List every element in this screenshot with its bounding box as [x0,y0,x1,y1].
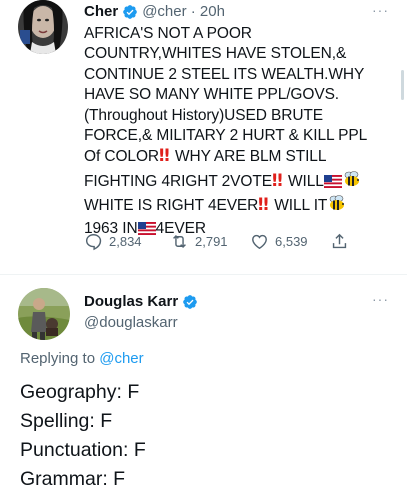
like-count: 6,539 [275,234,308,249]
tweet-line: FORCE,& MILITARY 2 HURT & KILL PPL [84,127,368,145]
reply-handle[interactable]: @douglaskarr [84,314,178,331]
tweet-segment: WILL IT [274,197,328,215]
tweet-actions: 2,834 2,791 6,539 [84,232,355,251]
tweet-segment: Of COLOR [84,148,159,166]
tweet-line: CONTINUE 2 STEEL ITS WEALTH.WHY [84,65,365,83]
tweet-segment: WHY ARE BLM STILL [175,148,327,166]
share-button[interactable] [330,232,355,251]
reply-line: Punctuation: F [20,439,146,461]
tweet-line: AFRICA'S NOT A POOR [84,25,252,42]
handle-and-time[interactable]: @cher · 20h [142,3,225,20]
douglas-karr-avatar[interactable] [18,288,70,340]
share-icon [332,233,347,249]
reply-line: Grammar: F [20,468,126,490]
replying-to: Replying to @cher [20,350,144,367]
tweet-line: (Throughout History)USED BRUTE [84,106,324,124]
scrollbar-thumb[interactable] [401,70,404,100]
tweet-line: HAVE SO MANY WHITE PPL/GOVS. [84,86,340,104]
retweet-button[interactable]: 2,791 [170,232,250,251]
reply-line: Geography: F [20,381,140,403]
reply-count: 2,834 [109,234,142,249]
cher-avatar[interactable] [18,0,68,54]
interrobang-icon: ‼ [159,146,175,169]
more-options-icon[interactable]: ··· [372,291,389,307]
us-flag-icon [323,174,342,194]
bee-icon [327,194,347,218]
verified-icon [122,4,138,20]
tweet-line: COUNTRY,WHITES HAVE STOLEN,& [84,45,347,63]
author-name[interactable]: Cher [84,3,118,20]
svg-text:‼: ‼ [258,195,269,212]
tweet-text: AFRICA'S NOT A POOR COUNTRY,WHITES HAVE … [84,24,384,241]
tweet-line: Of COLOR ‼ WHY ARE BLM STILL [84,146,384,169]
tweet-line: FIGHTING 4RIGHT 2VOTE ‼ WILL [84,170,384,194]
bee-icon [342,170,362,194]
svg-text:‼: ‼ [159,146,170,163]
retweet-icon [173,234,186,249]
tweet-header: Cher @cher · 20h [84,3,225,20]
tweet-segment: FIGHTING 4RIGHT 2VOTE [84,172,272,190]
tweet-line: WHITE IS RIGHT 4EVER ‼ WILL IT [84,194,384,218]
svg-text:‼: ‼ [272,171,283,188]
reply-header: Douglas Karr [84,293,202,310]
interrobang-icon: ‼ [258,195,274,218]
heart-icon [252,234,267,250]
like-button[interactable]: 6,539 [250,232,330,251]
tweet-segment: WILL [287,172,324,190]
reply-button[interactable]: 2,834 [84,232,170,251]
reply-line: Spelling: F [20,410,113,432]
interrobang-icon: ‼ [272,171,288,194]
replying-to-label: Replying to [20,350,100,367]
replying-to-handle-link[interactable]: @cher [99,350,143,367]
retweet-count: 2,791 [195,234,228,249]
reply-icon [85,234,102,251]
tweet-segment: WHITE IS RIGHT 4EVER [84,197,259,215]
divider [0,274,407,275]
more-options-icon[interactable]: ··· [372,2,389,18]
verified-icon [182,294,198,310]
reply-author-name[interactable]: Douglas Karr [84,293,178,310]
